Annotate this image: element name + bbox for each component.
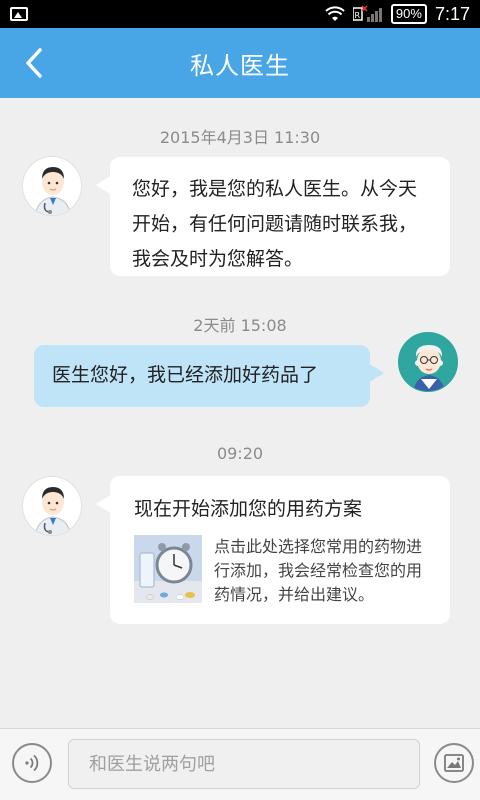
card-title: 现在开始添加您的用药方案 (134, 498, 363, 520)
clock-pills-image (134, 535, 202, 603)
doctor-message-bubble[interactable]: 您好，我是您的私人医生。从今天开始，有任何问题请随时联系我，我会及时为您解答。 (96, 157, 450, 276)
voice-icon (25, 754, 39, 772)
medication-plan-card[interactable]: 现在开始添加您的用药方案 点击此处选择您常用的药物进行添加，我会经常检查您的用药… (96, 476, 450, 624)
doctor-avatar[interactable] (22, 156, 82, 216)
header-bar: 私人医生 (0, 28, 480, 98)
doctor-avatar[interactable] (22, 476, 82, 536)
message-timestamp: 2015年4月3日 11:30 (159, 128, 321, 147)
clock: 7:17 (434, 3, 470, 24)
user-avatar[interactable] (398, 332, 458, 392)
message-text: 您好，我是您的私人医生。从今天开始，有任何问题请随时联系我，我会及时为您解答。 (132, 178, 418, 270)
status-bar: R 90% 7:17 (0, 0, 480, 28)
wifi-icon (325, 6, 345, 22)
signal-icon: R (352, 5, 383, 23)
chat-input-bar (0, 728, 480, 800)
message-timestamp: 2天前 15:08 (193, 316, 287, 335)
image-icon (444, 754, 464, 772)
message-text: 医生您好，我已经添加好药品了 (52, 364, 319, 386)
message-input[interactable] (68, 739, 420, 789)
voice-button[interactable] (12, 743, 52, 783)
chevron-left-icon (26, 48, 42, 78)
svg-text:R: R (354, 11, 360, 20)
card-description: 点击此处选择您常用的药物进行添加，我会经常检查您的用药情况，并给出建议。 (214, 537, 423, 604)
back-button[interactable] (18, 45, 50, 81)
page-title: 私人医生 (190, 51, 290, 80)
gallery-notification-icon (10, 7, 28, 21)
image-button[interactable] (434, 743, 474, 783)
message-timestamp: 09:20 (216, 444, 264, 463)
user-message-bubble[interactable]: 医生您好，我已经添加好药品了 (34, 345, 384, 407)
battery-indicator: 90% (390, 4, 427, 24)
